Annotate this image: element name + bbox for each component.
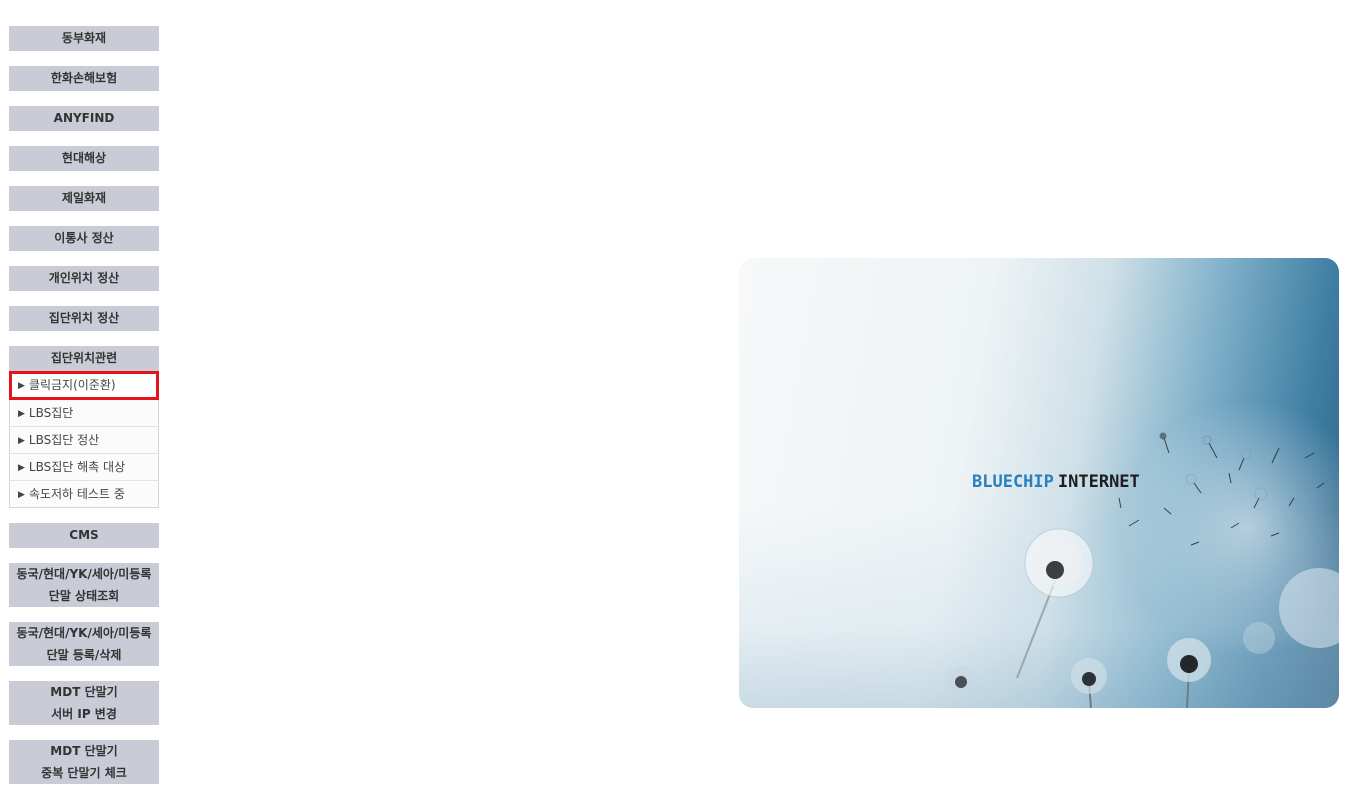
arrow-right-icon: ▶ <box>18 436 25 446</box>
menu-hyundai-marine[interactable]: 현대해상 <box>9 146 159 171</box>
logo-part-blue: BLUECHIP <box>972 472 1054 492</box>
menu-cms[interactable]: CMS <box>9 523 159 548</box>
group-location-submenu: ▶ 클릭금지(이준환) ▶ LBS집단 ▶ LBS집단 정산 ▶ LBS집단 해촉 대상… <box>9 371 159 508</box>
submenu-item-speed-test[interactable]: ▶ 속도저하 테스트 중 <box>10 480 158 507</box>
bluechip-logo: BLUECHIP INTERNET <box>972 472 1140 492</box>
submenu-item-lbs-group[interactable]: ▶ LBS집단 <box>10 399 158 426</box>
menu-group-location-settlement[interactable]: 집단위치 정산 <box>9 306 159 331</box>
menu-terminal-status[interactable]: 동국/현대/YK/세아/미등록 단말 상태조회 <box>9 563 159 607</box>
arrow-right-icon: ▶ <box>18 409 25 419</box>
menu-group-location-related[interactable]: 집단위치관련 <box>9 346 159 371</box>
arrow-right-icon: ▶ <box>18 463 25 473</box>
submenu-item-lbs-group-settlement[interactable]: ▶ LBS집단 정산 <box>10 426 158 453</box>
menu-carrier-settlement[interactable]: 이통사 정산 <box>9 226 159 251</box>
menu-personal-location-settlement[interactable]: 개인위치 정산 <box>9 266 159 291</box>
submenu-item-label: LBS집단 해촉 대상 <box>28 460 126 474</box>
submenu-item-label: LBS집단 <box>28 406 74 420</box>
menu-label-line2: 단말 상태조회 <box>48 589 120 603</box>
menu-hanwha[interactable]: 한화손해보험 <box>9 66 159 91</box>
menu-label-line2: 중복 단말기 체크 <box>41 766 127 780</box>
menu-label-line2: 서버 IP 변경 <box>51 707 117 721</box>
menu-label-line1: MDT 단말기 <box>50 685 118 699</box>
submenu-item-lbs-group-termination[interactable]: ▶ LBS집단 해촉 대상 <box>10 453 158 480</box>
submenu-item-label: 클릭금지(이준환) <box>28 378 116 392</box>
logo-part-dark: INTERNET <box>1057 472 1140 492</box>
menu-label-line1: MDT 단말기 <box>50 744 118 758</box>
submenu-item-no-click[interactable]: ▶ 클릭금지(이준환) <box>9 371 159 400</box>
arrow-right-icon: ▶ <box>18 490 25 500</box>
submenu-item-label: 속도저하 테스트 중 <box>28 487 125 501</box>
menu-label-line1: 동국/현대/YK/세아/미등록 <box>16 626 152 640</box>
submenu-item-label: LBS집단 정산 <box>28 433 100 447</box>
main-banner-image: BLUECHIP INTERNET <box>739 258 1339 708</box>
menu-dongbu[interactable]: 동부화재 <box>9 26 159 51</box>
arrow-right-icon: ▶ <box>18 381 25 391</box>
menu-label-line2: 단말 등록/삭제 <box>46 648 122 662</box>
menu-anyfind[interactable]: ANYFIND <box>9 106 159 131</box>
menu-label-line1: 동국/현대/YK/세아/미등록 <box>16 567 152 581</box>
menu-mdt-server-ip[interactable]: MDT 단말기 서버 IP 변경 <box>9 681 159 725</box>
menu-mdt-duplicate-check[interactable]: MDT 단말기 중복 단말기 체크 <box>9 740 159 784</box>
menu-jeil-fire[interactable]: 제일화재 <box>9 186 159 211</box>
menu-terminal-register[interactable]: 동국/현대/YK/세아/미등록 단말 등록/삭제 <box>9 622 159 666</box>
